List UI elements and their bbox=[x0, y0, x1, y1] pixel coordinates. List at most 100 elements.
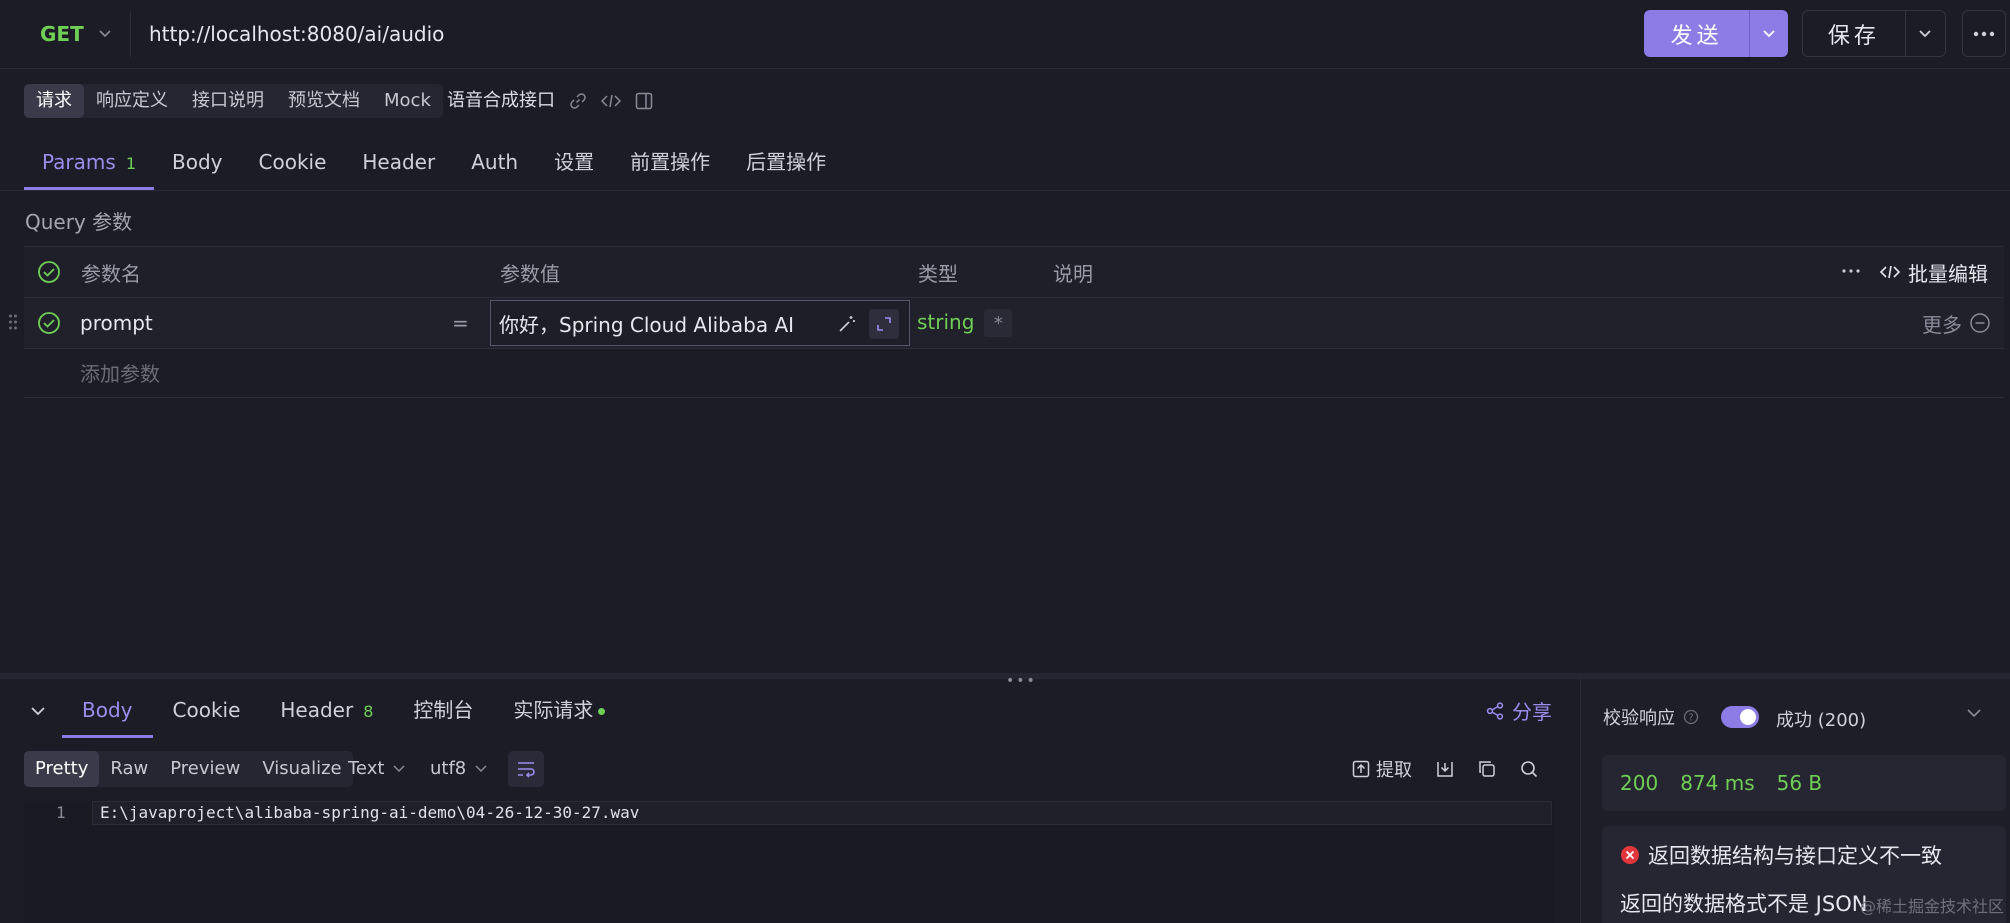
tab-auth[interactable]: Auth bbox=[453, 140, 536, 190]
response-tab-console[interactable]: 控制台 bbox=[393, 688, 493, 738]
view-preview[interactable]: Preview bbox=[159, 751, 251, 787]
code-icon[interactable] bbox=[601, 93, 621, 109]
response-tabs: Body Cookie Header 8 控制台 实际请求 bbox=[62, 688, 625, 738]
line-number: 1 bbox=[56, 803, 66, 822]
verify-response: 校验响应 ? bbox=[1603, 704, 1759, 730]
help-icon[interactable]: ? bbox=[1683, 709, 1699, 725]
view-pretty[interactable]: Pretty bbox=[24, 751, 100, 787]
subtab-request[interactable]: 请求 bbox=[24, 84, 84, 118]
query-params-table: 参数名 参数值 类型 说明 批量编辑 prompt = 你好，Spring Cl… bbox=[9, 246, 2004, 398]
row-enabled-check-icon[interactable] bbox=[37, 311, 61, 335]
response-tab-header[interactable]: Header 8 bbox=[260, 688, 393, 738]
verify-label: 校验响应 bbox=[1603, 708, 1675, 729]
method-select[interactable]: GET bbox=[24, 11, 130, 57]
add-param-placeholder[interactable]: 添加参数 bbox=[80, 358, 160, 387]
tab-body[interactable]: Body bbox=[154, 140, 241, 190]
params-count-badge: 1 bbox=[125, 154, 136, 173]
share-label: 分享 bbox=[1512, 700, 1552, 724]
share-icon bbox=[1486, 701, 1504, 720]
more-options-icon[interactable] bbox=[1962, 10, 2006, 57]
link-icon[interactable] bbox=[569, 92, 587, 110]
header-param-value: 参数值 bbox=[500, 261, 560, 286]
chevron-down-icon[interactable] bbox=[1966, 707, 1982, 719]
subtab-api-description[interactable]: 接口说明 bbox=[180, 84, 276, 118]
error-description: 返回的数据格式不是 JSON bbox=[1620, 892, 1868, 916]
chevron-down-icon bbox=[392, 764, 406, 774]
sidebar-panel-icon[interactable] bbox=[635, 92, 653, 110]
magic-wand-icon[interactable] bbox=[837, 314, 857, 334]
response-time: 874 ms bbox=[1680, 771, 1755, 795]
equals-sign: = bbox=[452, 311, 469, 335]
copy-icon[interactable] bbox=[1478, 760, 1496, 778]
send-label: 发送 bbox=[1670, 23, 1723, 49]
extract-button[interactable]: 提取 bbox=[1352, 756, 1412, 782]
response-tools: 提取 bbox=[1352, 751, 1538, 787]
response-tab-actual-request[interactable]: 实际请求 bbox=[493, 688, 625, 738]
response-tab-body[interactable]: Body bbox=[62, 688, 153, 738]
splitter-grip-icon[interactable]: ••• bbox=[1006, 673, 1037, 689]
send-dropdown-chevron-icon[interactable] bbox=[1749, 10, 1788, 57]
value-actions bbox=[837, 309, 899, 339]
select-all-check-icon[interactable] bbox=[37, 260, 61, 284]
word-wrap-icon[interactable] bbox=[508, 751, 544, 787]
tab-settings[interactable]: 设置 bbox=[536, 140, 612, 190]
response-size: 56 B bbox=[1776, 771, 1823, 795]
save-button[interactable]: 保存 bbox=[1802, 10, 1946, 57]
chevron-down-icon bbox=[98, 29, 112, 39]
collapse-chevron-icon[interactable] bbox=[30, 705, 46, 717]
required-marker[interactable]: * bbox=[984, 309, 1013, 337]
bulk-edit-button[interactable]: 批量编辑 bbox=[1880, 258, 1988, 287]
expand-icon[interactable] bbox=[869, 309, 899, 339]
watermark: @稀土掘金技术社区 bbox=[1860, 897, 2005, 916]
header-description: 说明 bbox=[1053, 261, 1093, 286]
code-icon bbox=[1880, 264, 1900, 280]
tab-params[interactable]: Params 1 bbox=[24, 140, 154, 190]
drag-handle-icon[interactable] bbox=[8, 313, 18, 331]
table-header: 参数名 参数值 类型 说明 批量编辑 bbox=[24, 247, 2004, 297]
encoding-value: utf8 bbox=[430, 758, 467, 779]
view-raw[interactable]: Raw bbox=[99, 751, 159, 787]
param-type-cell[interactable]: string * bbox=[917, 309, 1013, 337]
more-horizontal-icon[interactable] bbox=[1842, 269, 1860, 273]
encoding-select[interactable]: utf8 bbox=[430, 751, 488, 787]
query-params-title: Query 参数 bbox=[25, 210, 133, 234]
row-more-button[interactable]: 更多 bbox=[1922, 309, 1962, 338]
subtab-mock[interactable]: Mock bbox=[372, 84, 443, 118]
subtab-response-definition[interactable]: 响应定义 bbox=[84, 84, 180, 118]
add-param-row[interactable]: 添加参数 bbox=[24, 347, 2004, 397]
tab-post-operations[interactable]: 后置操作 bbox=[728, 140, 844, 190]
format-select[interactable]: Text bbox=[348, 751, 406, 787]
tab-header[interactable]: Header bbox=[344, 140, 453, 190]
view-mode-tabs: Pretty Raw Preview Visualize bbox=[24, 751, 353, 787]
response-tab-cookie[interactable]: Cookie bbox=[153, 688, 261, 738]
save-dropdown-chevron-icon[interactable] bbox=[1904, 11, 1945, 56]
table-row: prompt = 你好，Spring Cloud Alibaba AI stri… bbox=[9, 297, 2004, 349]
header-count-badge: 8 bbox=[363, 702, 374, 721]
send-button[interactable]: 发送 bbox=[1644, 10, 1788, 57]
bulk-edit-label: 批量编辑 bbox=[1908, 261, 1988, 286]
tab-cookie[interactable]: Cookie bbox=[241, 140, 345, 190]
download-icon[interactable] bbox=[1436, 760, 1454, 778]
save-label: 保存 bbox=[1827, 23, 1880, 49]
share-button[interactable]: 分享 bbox=[1486, 696, 1552, 725]
validation-toggle[interactable] bbox=[1721, 706, 1759, 728]
tab-pre-operations[interactable]: 前置操作 bbox=[612, 140, 728, 190]
chevron-down-icon bbox=[474, 764, 488, 774]
error-icon bbox=[1620, 845, 1640, 865]
view-visualize[interactable]: Visualize bbox=[251, 751, 352, 787]
extract-icon bbox=[1352, 760, 1370, 778]
status-dot bbox=[598, 708, 606, 715]
api-name[interactable]: 语音合成接口 bbox=[447, 84, 555, 118]
param-tabs: Params 1 Body Cookie Header Auth 设置 前置操作 … bbox=[24, 140, 844, 190]
remove-row-icon[interactable] bbox=[1969, 312, 1991, 334]
subtab-preview-doc[interactable]: 预览文档 bbox=[276, 84, 372, 118]
request-subtabs: 请求 响应定义 接口说明 预览文档 Mock bbox=[24, 84, 443, 118]
param-value-input[interactable]: 你好，Spring Cloud Alibaba AI bbox=[490, 300, 910, 346]
param-name-input[interactable]: prompt bbox=[80, 311, 153, 335]
validation-status[interactable]: 成功 (200) bbox=[1776, 706, 1866, 732]
search-icon[interactable] bbox=[1520, 760, 1538, 778]
url-input[interactable]: http://localhost:8080/ai/audio bbox=[130, 11, 1620, 57]
error-title-row: 返回数据结构与接口定义不一致 bbox=[1620, 840, 1942, 870]
extract-label: 提取 bbox=[1376, 760, 1412, 781]
response-metrics: 200 874 ms 56 B bbox=[1602, 755, 2006, 811]
